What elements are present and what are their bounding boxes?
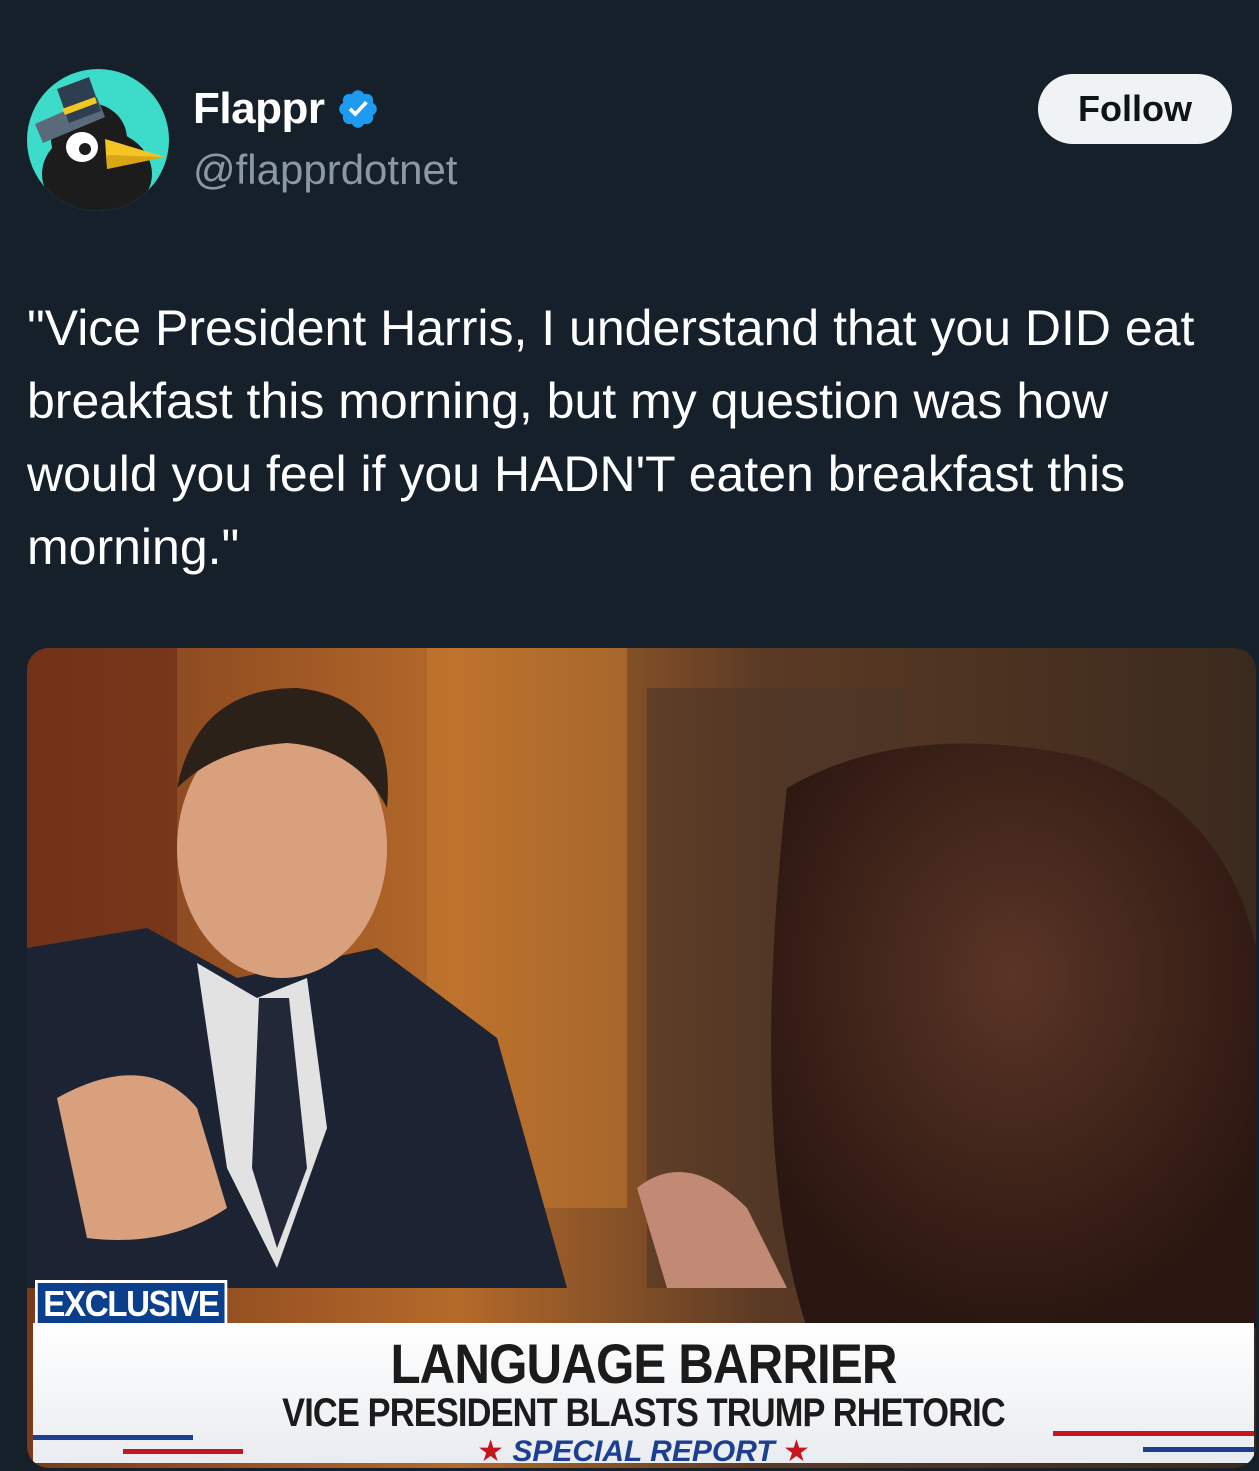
avatar[interactable]	[27, 69, 169, 211]
chyron-stripe-right	[1053, 1431, 1254, 1436]
tweet-text: "Vice President Harris, I understand tha…	[27, 300, 1209, 575]
author-handle[interactable]: @flapprdotnet	[193, 146, 457, 194]
star-icon: ★	[477, 1435, 505, 1468]
follow-button[interactable]: Follow	[1038, 74, 1232, 144]
chyron-subheadline: VICE PRESIDENT BLASTS TRUMP RHETORIC	[282, 1391, 1006, 1435]
program-name: SPECIAL REPORT	[512, 1435, 775, 1468]
author-name-row[interactable]: Flappr	[193, 84, 380, 134]
news-chyron: LANGUAGE BARRIER VICE PRESIDENT BLASTS T…	[33, 1323, 1254, 1468]
chyron-headline: LANGUAGE BARRIER	[390, 1332, 897, 1395]
exclusive-badge: EXCLUSIVE	[35, 1280, 227, 1328]
tweet-media-image[interactable]: EXCLUSIVE LANGUAGE BARRIER VICE PRESIDEN…	[27, 648, 1256, 1468]
star-icon: ★	[782, 1435, 810, 1468]
verified-badge-icon	[339, 90, 378, 128]
penguin-top-hat-icon	[35, 77, 165, 211]
chyron-stripe-left	[33, 1435, 193, 1440]
chyron-stripe-left-red	[123, 1449, 243, 1454]
display-name[interactable]: Flappr	[193, 84, 325, 134]
chyron-stripe-right-blue	[1143, 1447, 1254, 1452]
